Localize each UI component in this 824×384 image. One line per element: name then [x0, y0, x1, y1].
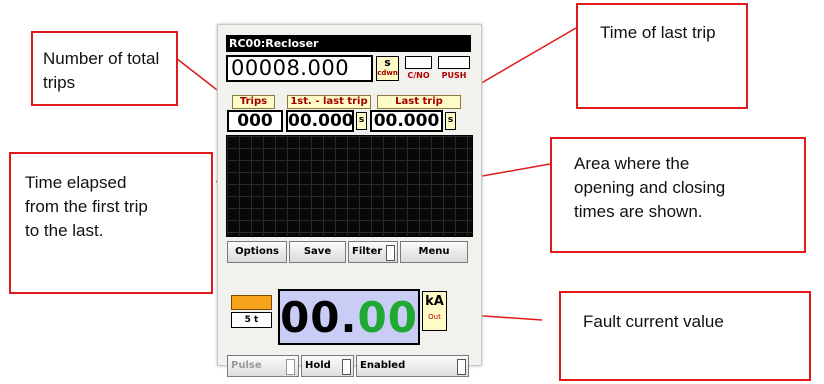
fault-current-display: 00.00 [278, 289, 420, 345]
counter-unit-box[interactable]: s cdwn [376, 56, 399, 81]
current-decimal-point: . [340, 293, 358, 342]
callout-area: Area where the opening and closing times… [550, 137, 806, 253]
callout-elapsed-text: Time elapsed from the first trip to the … [25, 173, 148, 240]
enabled-toggle-indicator [457, 359, 466, 375]
open-close-times-grid [226, 135, 473, 237]
first-last-trip-time: 00.000 [286, 110, 354, 132]
counter-mode: cdwn [377, 69, 398, 77]
pulse-toggle-indicator [286, 359, 295, 375]
callout-last-trip: Time of last trip [576, 3, 748, 109]
current-integer: 00 [280, 293, 341, 342]
filter-toggle-indicator [386, 245, 395, 261]
pulse-button[interactable]: Pulse [227, 355, 299, 377]
push-checkbox[interactable] [438, 56, 470, 69]
current-unit-box: kA Out [422, 291, 447, 331]
first-last-unit: s [356, 112, 367, 130]
filter-button[interactable]: Filter [348, 241, 398, 263]
enabled-label: Enabled [360, 360, 406, 371]
current-out-label: Out [428, 313, 441, 321]
callout-total-trips-text: Number of total trips [43, 49, 160, 92]
callout-elapsed: Time elapsed from the first trip to the … [9, 152, 213, 294]
header-last-trip: Last trip [377, 95, 461, 109]
callout-fault-text: Fault current value [583, 312, 724, 331]
current-fraction: 00 [357, 293, 418, 342]
countdown-counter: 00008.000 [226, 55, 373, 82]
window-title: RC00:Recloser [226, 35, 471, 52]
save-button[interactable]: Save [289, 241, 346, 263]
hold-button[interactable]: Hold [301, 355, 354, 377]
current-unit: kA [425, 294, 444, 309]
push-label: PUSH [441, 71, 467, 80]
counter-unit: s [384, 56, 391, 69]
last-trip-time: 00.000 [370, 110, 443, 132]
callout-area-text: Area where the opening and closing times… [574, 154, 726, 221]
pulse-label: Pulse [231, 360, 262, 371]
status-indicator-orange [231, 295, 272, 310]
callout-total-trips: Number of total trips [31, 31, 178, 106]
time-multiplier-value: 5 t [231, 312, 272, 328]
cno-checkbox[interactable] [405, 56, 432, 69]
header-trips: Trips [232, 95, 275, 109]
hold-label: Hold [305, 360, 331, 371]
recloser-device-window: RC00:Recloser 00008.000 s cdwn C/NO PUSH… [217, 24, 482, 377]
filter-label: Filter [352, 246, 383, 257]
callout-last-trip-text: Time of last trip [600, 23, 716, 42]
callout-fault: Fault current value [559, 291, 811, 381]
hold-toggle-indicator [342, 359, 351, 375]
cno-label: C/NO [407, 71, 430, 80]
options-button[interactable]: Options [227, 241, 287, 263]
trips-count: 000 [227, 110, 283, 132]
header-first-last-trip: 1st. - last trip [287, 95, 371, 109]
last-trip-unit: s [445, 112, 456, 130]
enabled-button[interactable]: Enabled [356, 355, 469, 377]
menu-button[interactable]: Menu [400, 241, 468, 263]
